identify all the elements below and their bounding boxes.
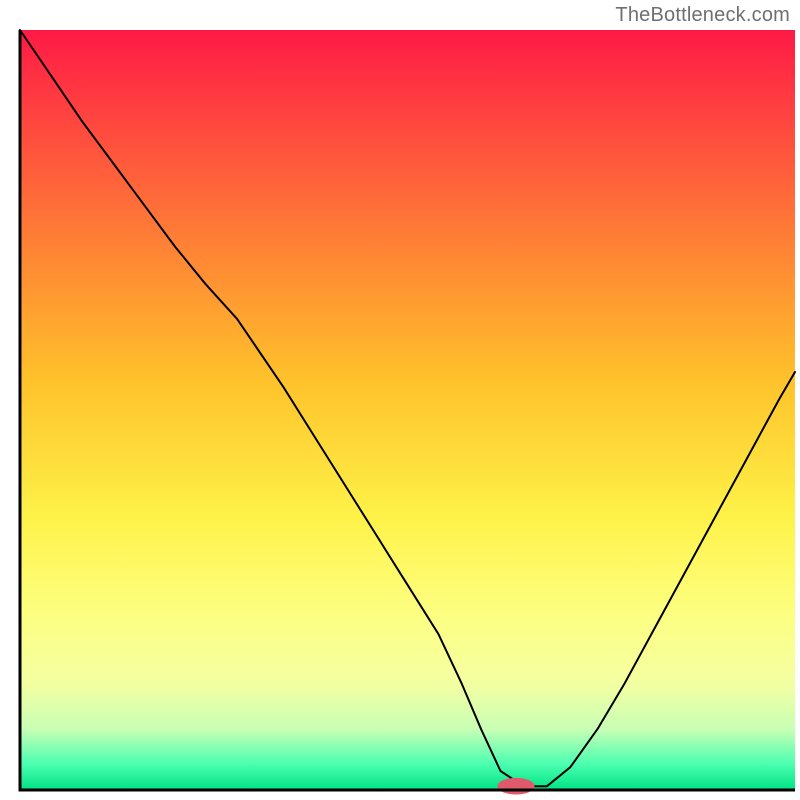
chart-container: TheBottleneck.com	[0, 0, 800, 800]
bottleneck-chart	[0, 0, 800, 800]
plot-area	[20, 30, 795, 795]
watermark-label: TheBottleneck.com	[615, 4, 790, 27]
gradient-background	[20, 30, 795, 790]
optimal-marker	[497, 778, 534, 795]
